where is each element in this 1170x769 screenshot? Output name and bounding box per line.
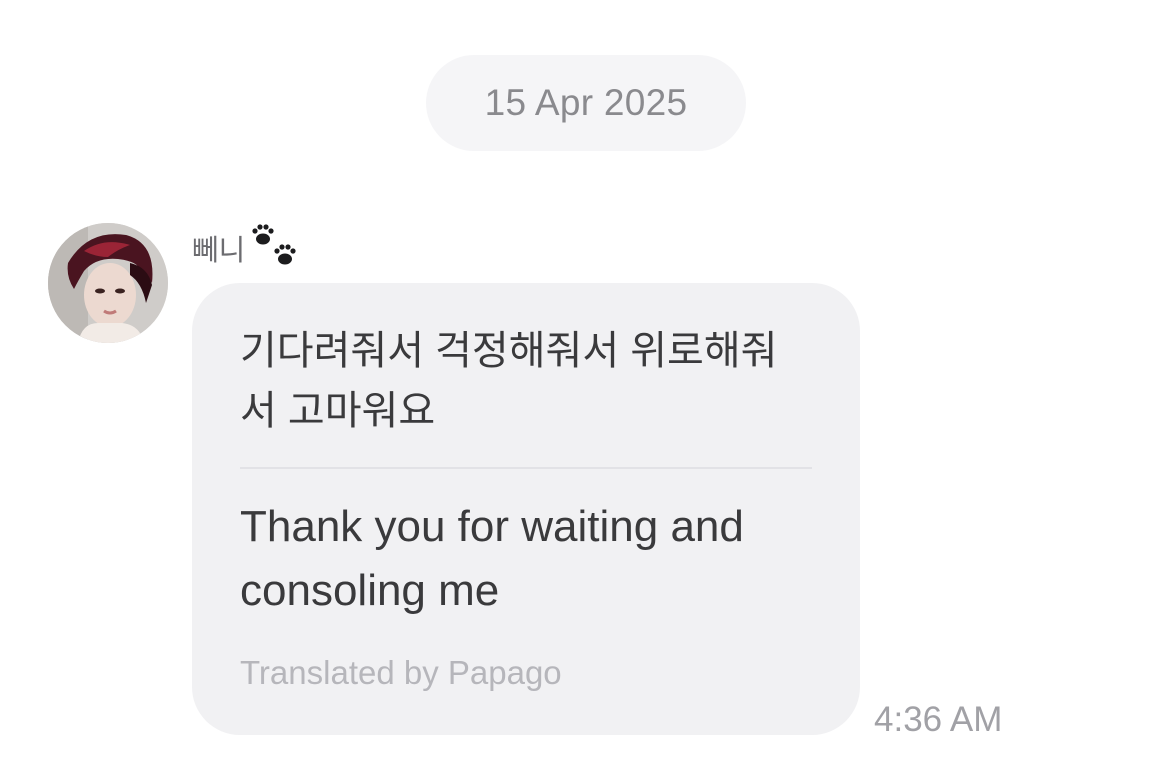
sender-name: 뻬니: [192, 235, 246, 267]
date-separator-label: 15 Apr 2025: [484, 82, 688, 123]
translation-divider: [240, 467, 812, 469]
message-timestamp: 4:36 AM: [874, 700, 1003, 739]
translation-credit: Translated by Papago: [240, 654, 562, 691]
avatar-photo: [48, 223, 168, 343]
avatar[interactable]: [48, 223, 168, 343]
sender-name-row: 뻬니: [192, 224, 301, 270]
chat-view: 15 Apr 2025 뻬니 기다려줘서 걱정해줘서 위로해줘서 고마워요 Th…: [0, 0, 1170, 769]
paw-prints-icon: [249, 222, 301, 278]
message-bubble[interactable]: 기다려줘서 걱정해줘서 위로해줘서 고마워요 Thank you for wai…: [192, 283, 860, 735]
message-original-text: 기다려줘서 걱정해줘서 위로해줘서 고마워요: [240, 329, 778, 433]
message-translated-text: Thank you for waiting and consoling me: [240, 502, 744, 615]
date-separator: 15 Apr 2025: [426, 55, 746, 151]
